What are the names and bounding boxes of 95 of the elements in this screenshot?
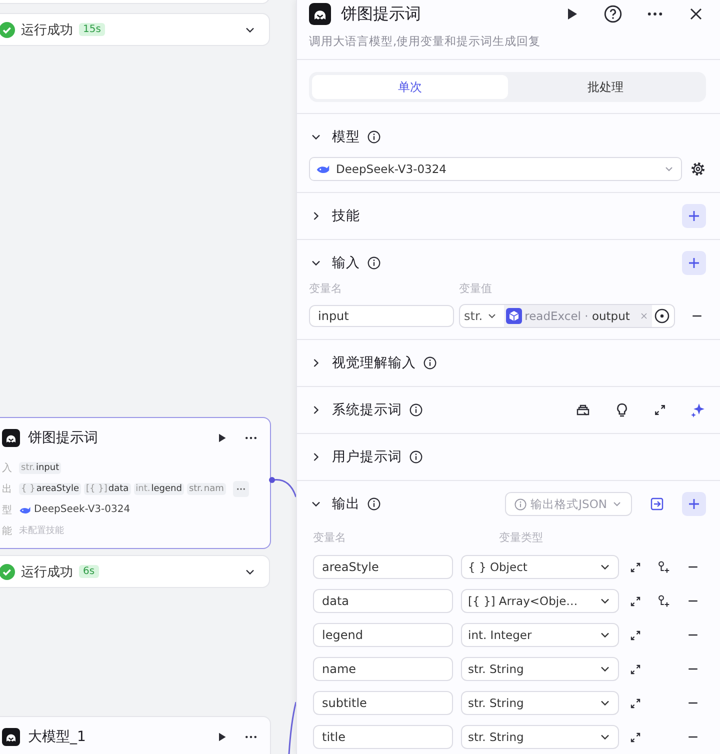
section-title[interactable]: 输出: [332, 495, 360, 513]
row-label: 出: [2, 482, 13, 496]
expand-icon[interactable]: [653, 403, 667, 417]
node-title: 饼图提示词: [28, 429, 98, 447]
section-title[interactable]: 用户提示词: [332, 448, 402, 466]
section-title[interactable]: 模型: [332, 128, 360, 146]
info-icon[interactable]: [367, 497, 381, 511]
expand-icon[interactable]: [629, 628, 642, 642]
model-name: DeepSeek-V3-0324: [336, 162, 446, 176]
tab[interactable]: 批处理: [508, 75, 703, 99]
app-logo-icon: [2, 429, 20, 447]
play-icon[interactable]: [216, 731, 228, 743]
model-name: DeepSeek-V3-0324: [34, 504, 130, 515]
run-status-bar[interactable]: 运行成功 15s: [0, 13, 270, 46]
model-select[interactable]: DeepSeek-V3-0324: [309, 157, 682, 181]
variable-tag: str.input: [19, 462, 62, 474]
status-label: 运行成功: [21, 22, 73, 38]
duration-badge: 6s: [79, 565, 99, 578]
variable-value-field[interactable]: str. readExcel · output: [459, 304, 675, 328]
row-label: 入: [2, 462, 13, 474]
export-icon: [649, 496, 665, 512]
variable-tag: [{ }]data: [84, 482, 131, 494]
expand-icon[interactable]: [629, 560, 642, 574]
add-child-icon[interactable]: [656, 560, 670, 574]
add-button[interactable]: [682, 204, 706, 228]
connector-line: [288, 702, 296, 754]
variable-name-field[interactable]: input: [309, 305, 454, 327]
connector-line: [272, 479, 296, 498]
variable-tag: { }areaStyle: [19, 482, 82, 494]
type-select[interactable]: str. String: [461, 657, 619, 681]
variable-name-field[interactable]: areaStyle: [313, 555, 453, 579]
variable-name-field[interactable]: subtitle: [313, 691, 453, 715]
variable-name-field[interactable]: title: [313, 725, 453, 749]
panel-title: 饼图提示词: [341, 4, 421, 24]
play-icon[interactable]: [216, 432, 228, 444]
add-button[interactable]: [682, 492, 706, 516]
variable-tag: int.legend: [134, 482, 184, 494]
type-select[interactable]: int. Integer: [461, 623, 619, 647]
help-icon[interactable]: [604, 5, 622, 23]
variable-name-field[interactable]: data: [313, 589, 453, 613]
type-select[interactable]: { } Object: [461, 555, 619, 579]
row-label: 型: [2, 504, 13, 516]
sparkle-icon[interactable]: [690, 402, 706, 418]
format-label: 输出格式JSON: [530, 496, 607, 512]
section-title[interactable]: 系统提示词: [332, 401, 402, 419]
plus-icon: [686, 255, 702, 271]
add-child-icon[interactable]: [656, 594, 670, 608]
app-logo-icon: [309, 3, 331, 25]
close-icon[interactable]: [688, 6, 704, 22]
info-icon[interactable]: [367, 130, 381, 144]
library-icon[interactable]: [575, 402, 591, 418]
lightbulb-icon[interactable]: [614, 402, 630, 418]
reference-label: readExcel · output: [524, 309, 630, 323]
cube-icon: [506, 308, 522, 324]
expand-icon[interactable]: [629, 696, 642, 710]
type-select[interactable]: str. String: [461, 691, 619, 715]
expand-icon[interactable]: [629, 662, 642, 676]
info-icon[interactable]: [409, 403, 423, 417]
column-label: 变量名: [309, 280, 343, 296]
variable-name-field[interactable]: legend: [313, 623, 453, 647]
type-select[interactable]: [{ }] Array<Obje…: [461, 589, 619, 613]
expand-icon[interactable]: [629, 730, 642, 744]
run-status-bar[interactable]: 运行成功 6s: [0, 555, 270, 588]
info-icon[interactable]: [423, 356, 437, 370]
plus-icon: [686, 208, 702, 224]
column-label: 变量值: [459, 280, 492, 296]
type-select[interactable]: str. String: [461, 725, 619, 749]
variable-tag: str.nam: [186, 482, 226, 494]
panel-description: 调用大语言模型,使用变量和提示词生成回复: [309, 33, 542, 49]
node-title: 大模型_1: [28, 728, 86, 746]
info-icon[interactable]: [367, 256, 381, 270]
section-title[interactable]: 技能: [332, 207, 360, 225]
type-select[interactable]: str.: [460, 309, 502, 323]
target-icon[interactable]: [654, 308, 670, 324]
plus-icon: [686, 496, 702, 512]
empty-skill-text: 未配置技能: [19, 524, 64, 537]
reference-tag[interactable]: readExcel · output: [504, 305, 652, 327]
status-label: 运行成功: [21, 564, 73, 580]
info-icon[interactable]: [409, 450, 423, 464]
variable-name-field[interactable]: name: [313, 657, 453, 681]
info-icon: [514, 498, 527, 510]
add-button[interactable]: [682, 251, 706, 275]
settings-icon[interactable]: [690, 161, 706, 177]
node-card[interactable]: 饼图提示词 入 str.input 出 { }areaStyle [{ }]data int.legend str.nam 型 DeepSeek-V3-0324 能 未配置技能: [0, 417, 271, 549]
section-title[interactable]: 输入: [332, 254, 360, 272]
node-card[interactable]: 大模型_1: [0, 716, 271, 754]
app-logo-icon: [2, 728, 20, 746]
duration-badge: 15s: [79, 23, 105, 36]
tab[interactable]: 单次: [312, 75, 508, 99]
section-title[interactable]: 视觉理解输入: [332, 354, 416, 372]
expand-icon[interactable]: [629, 594, 642, 608]
column-label: 变量名: [313, 530, 347, 544]
row-label: 能: [2, 524, 13, 538]
column-label: 变量类型: [499, 530, 543, 544]
port-dot[interactable]: [269, 477, 275, 483]
